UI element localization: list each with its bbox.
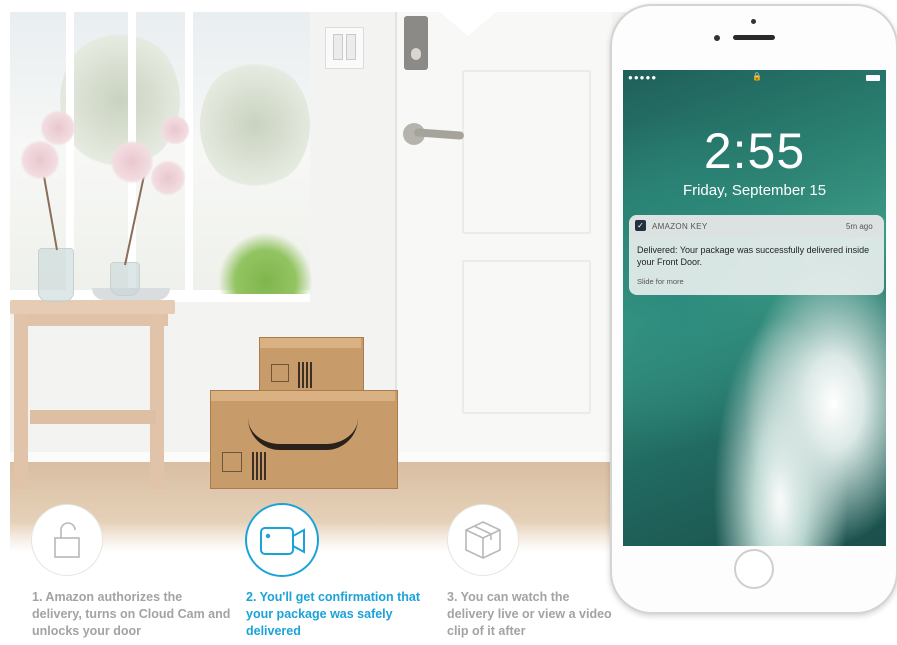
small-package-flap [260,338,361,348]
notification-message: Delivered: Your package was successfully… [637,245,870,267]
glass-vase [38,248,74,302]
blossom [20,140,60,180]
signal-indicator: ●●●●● [628,73,658,82]
light-switch-plate [325,27,364,69]
earpiece-speaker [733,35,775,40]
package-barcode [298,362,312,388]
stool-leg [14,314,28,489]
lock-icon: 🔒 [752,72,762,81]
notification-app-name: AMAZON KEY [652,222,708,231]
unlock-icon [54,522,80,558]
package-barcode [252,452,266,480]
blossom [110,140,154,184]
battery-icon [866,75,880,81]
video-camera-icon [260,527,305,555]
tree-outside [200,60,310,190]
package-icon [465,521,501,559]
stool-seat [10,300,175,314]
smart-lock [404,16,428,70]
sensor [751,19,756,24]
step-1-circle [32,505,102,575]
package-label [222,452,242,472]
step-3-text: 3. You can watch the delivery live or vi… [447,590,612,638]
notification-action-hint: Slide for more [637,277,684,286]
lock-screen-time: 2:55 [703,123,806,179]
stool-leg [150,314,164,489]
step-1-text: 1. Amazon authorizes the delivery, turns… [32,590,231,638]
door-notch [440,12,496,36]
smart-lock-keyhole [411,48,421,60]
step-2-circle [247,505,317,575]
large-package-flap [211,391,395,401]
door-panel [462,70,591,234]
blossom [160,115,190,145]
blossom [150,160,186,196]
blossom [40,110,76,146]
lock-screen-date: Friday, September 15 [682,182,827,199]
home-button[interactable] [734,549,774,589]
light-switch [333,34,343,60]
potted-plant [218,232,313,294]
amazon-key-app-icon: ✓ [635,220,646,231]
front-camera [714,35,720,41]
step-2-text: 2. You'll get confirmation that your pac… [246,590,421,638]
window-frame [185,12,193,297]
stool-apron [18,314,168,326]
package-label [271,364,289,382]
door-panel [462,260,591,414]
light-switch [346,34,356,60]
step-3-circle [448,505,518,575]
glass-vase [110,262,140,296]
stool-rail [30,410,156,424]
amazon-smile-logo [248,418,358,450]
notification-time: 5m ago [846,222,873,231]
